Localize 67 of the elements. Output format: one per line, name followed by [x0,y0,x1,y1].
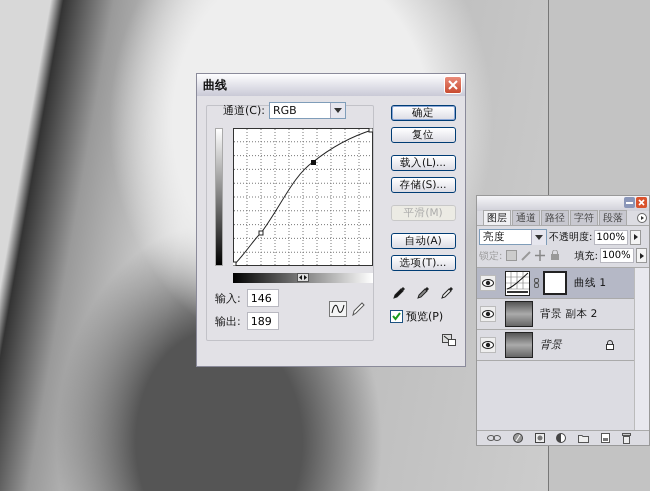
panel-tab[interactable]: 段落 [599,210,627,225]
gradient-toggle-icon[interactable] [297,273,309,282]
arrow-icon [640,252,644,258]
channel-label: 通道(C): [223,103,265,118]
minimize-icon [626,202,633,204]
caret-icon [334,108,342,113]
channel-dropdown[interactable]: RGB [268,102,346,119]
fill-label: 填充: [574,250,598,262]
trash-icon[interactable] [622,432,631,444]
layer-name: 背景 副本 2 [540,307,598,321]
layer-mask-thumbnail [543,271,567,295]
layer-name: 背景 [540,338,562,352]
preview-label: 预览(P) [406,309,444,324]
opacity-field[interactable]: 100% [594,230,628,244]
layer-row[interactable]: 曲线 1 [477,268,634,299]
window-title: 曲线 [203,76,227,94]
eyedropper-icon[interactable] [393,285,405,299]
input-label: 输入: [215,290,241,306]
panel-tab[interactable]: 图层 [483,210,511,225]
layer-row[interactable]: 背景 副本 2 [477,299,634,330]
mask-icon[interactable] [534,433,545,443]
layer-style-icon[interactable] [512,433,523,443]
panel-tab[interactable]: 路径 [541,210,569,225]
dialog-button[interactable]: 选项(T)... [390,255,456,271]
panel-tab[interactable]: 字符 [570,210,598,225]
curve-graph[interactable] [233,128,373,266]
minimize-button[interactable] [624,197,635,208]
dialog-button[interactable]: 存储(S)... [390,177,456,193]
new-layer-icon[interactable] [601,433,610,443]
visibility-eye-icon[interactable] [480,275,496,291]
layer-row[interactable]: 背景 [477,330,634,361]
panel-menu-icon[interactable] [637,213,647,223]
folder-icon[interactable] [578,434,590,442]
expand-icon[interactable] [442,334,456,346]
curves-thumbnail-icon [505,270,530,296]
link-icon[interactable] [486,434,501,442]
link-icon [534,278,539,288]
dialog-button[interactable]: 自动(A) [390,233,456,249]
close-button[interactable] [636,197,647,208]
preview-checkbox[interactable] [390,310,403,323]
visibility-eye-icon[interactable] [480,337,496,353]
lock-label: 锁定: [479,250,502,262]
panel-tab[interactable]: 通道 [512,210,540,225]
fill-arrow-button[interactable] [636,248,647,263]
close-icon [448,80,458,90]
input-field[interactable]: 146 [246,289,279,307]
blend-mode-dropdown[interactable]: 亮度 [479,229,547,245]
close-button[interactable] [444,76,462,94]
opacity-arrow-button[interactable] [630,230,642,244]
scrollbar[interactable] [634,268,649,430]
eyedropper-icon[interactable] [417,285,429,299]
visibility-eye-icon[interactable] [480,306,496,322]
fill-field[interactable]: 100% [600,248,634,263]
dialog-button[interactable]: 确定 [390,105,456,121]
eyedropper-icon[interactable] [441,285,453,299]
layer-name: 曲线 1 [574,276,606,290]
output-label: 输出: [215,314,241,328]
close-icon [638,199,645,206]
dialog-button[interactable]: 复位 [390,127,456,143]
dialog-button[interactable]: 载入(L)... [390,155,456,171]
output-field[interactable]: 189 [246,312,279,330]
opacity-label: 不透明度: [549,230,592,244]
adjustment-layer-icon[interactable] [556,433,566,443]
pencil-icon[interactable] [351,301,365,317]
arrow-icon [634,234,638,240]
caret-icon [535,234,543,240]
curve-tool-icon[interactable] [329,301,347,317]
